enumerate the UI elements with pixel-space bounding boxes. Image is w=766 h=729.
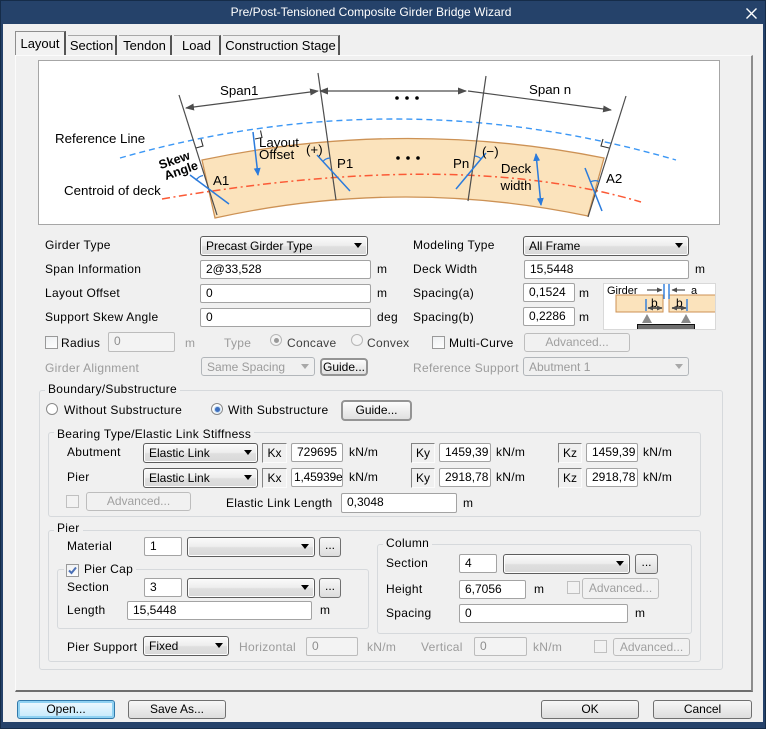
svg-text:width: width bbox=[499, 178, 531, 193]
svg-text:A2: A2 bbox=[606, 171, 622, 186]
svg-text:Reference Line: Reference Line bbox=[55, 131, 145, 146]
svg-text:A1: A1 bbox=[213, 173, 229, 188]
svg-text:Span n: Span n bbox=[529, 82, 571, 97]
svg-text:P1: P1 bbox=[337, 156, 353, 171]
svg-text:a: a bbox=[691, 285, 698, 297]
svg-text:(+): (+) bbox=[306, 142, 323, 157]
svg-text:Span1: Span1 bbox=[220, 83, 258, 98]
svg-text:Offset: Offset bbox=[259, 147, 295, 162]
svg-text:(−): (−) bbox=[482, 144, 499, 159]
svg-text:Girder: Girder bbox=[607, 285, 638, 297]
svg-text:b: b bbox=[651, 296, 658, 310]
svg-text:Pn: Pn bbox=[453, 156, 469, 171]
svg-text:Deck: Deck bbox=[501, 161, 532, 176]
svg-text:b: b bbox=[676, 296, 683, 310]
svg-text:Centroid of deck: Centroid of deck bbox=[64, 183, 161, 198]
